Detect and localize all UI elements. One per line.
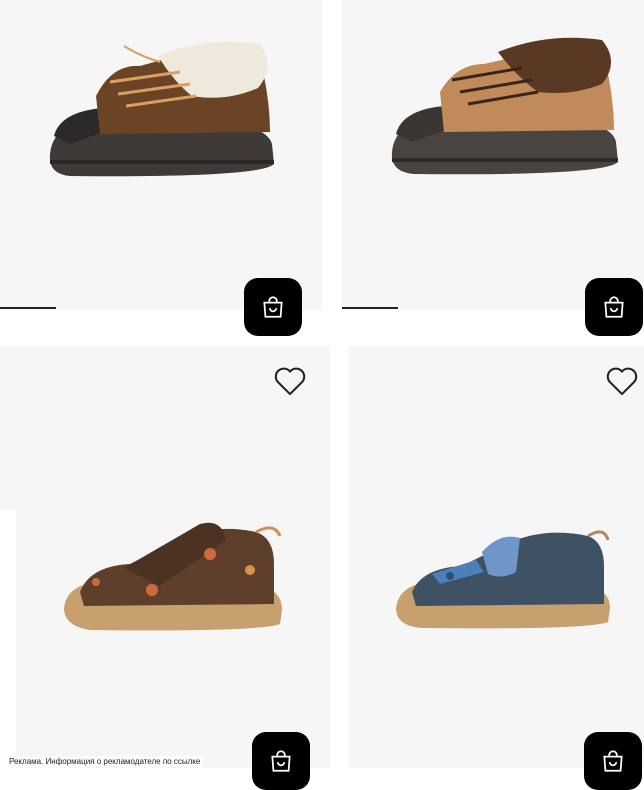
product-card[interactable] [16,346,330,790]
ad-disclaimer[interactable]: Реклама. Информация о рекламодателе по с… [6,756,204,767]
add-to-cart-button[interactable] [585,278,643,336]
shopping-bag-icon [604,296,624,318]
product-card[interactable] [342,0,644,336]
heart-icon [606,367,638,396]
card-edge [0,346,16,510]
product-card[interactable] [348,346,644,790]
add-to-cart-button[interactable] [252,732,310,790]
favorite-button[interactable] [603,364,641,398]
shopping-bag-icon [271,750,291,772]
shopping-bag-icon [263,296,283,318]
shopping-bag-icon [603,750,623,772]
add-to-cart-button[interactable] [584,732,642,790]
product-image[interactable] [40,36,280,186]
carousel-indicator [0,307,56,309]
carousel-indicator [342,307,398,309]
product-image[interactable] [386,34,626,184]
heart-icon [274,367,306,396]
product-image[interactable] [392,522,622,642]
add-to-cart-button[interactable] [244,278,302,336]
product-card[interactable] [0,0,322,336]
favorite-button[interactable] [271,364,309,398]
product-image[interactable] [60,514,290,644]
